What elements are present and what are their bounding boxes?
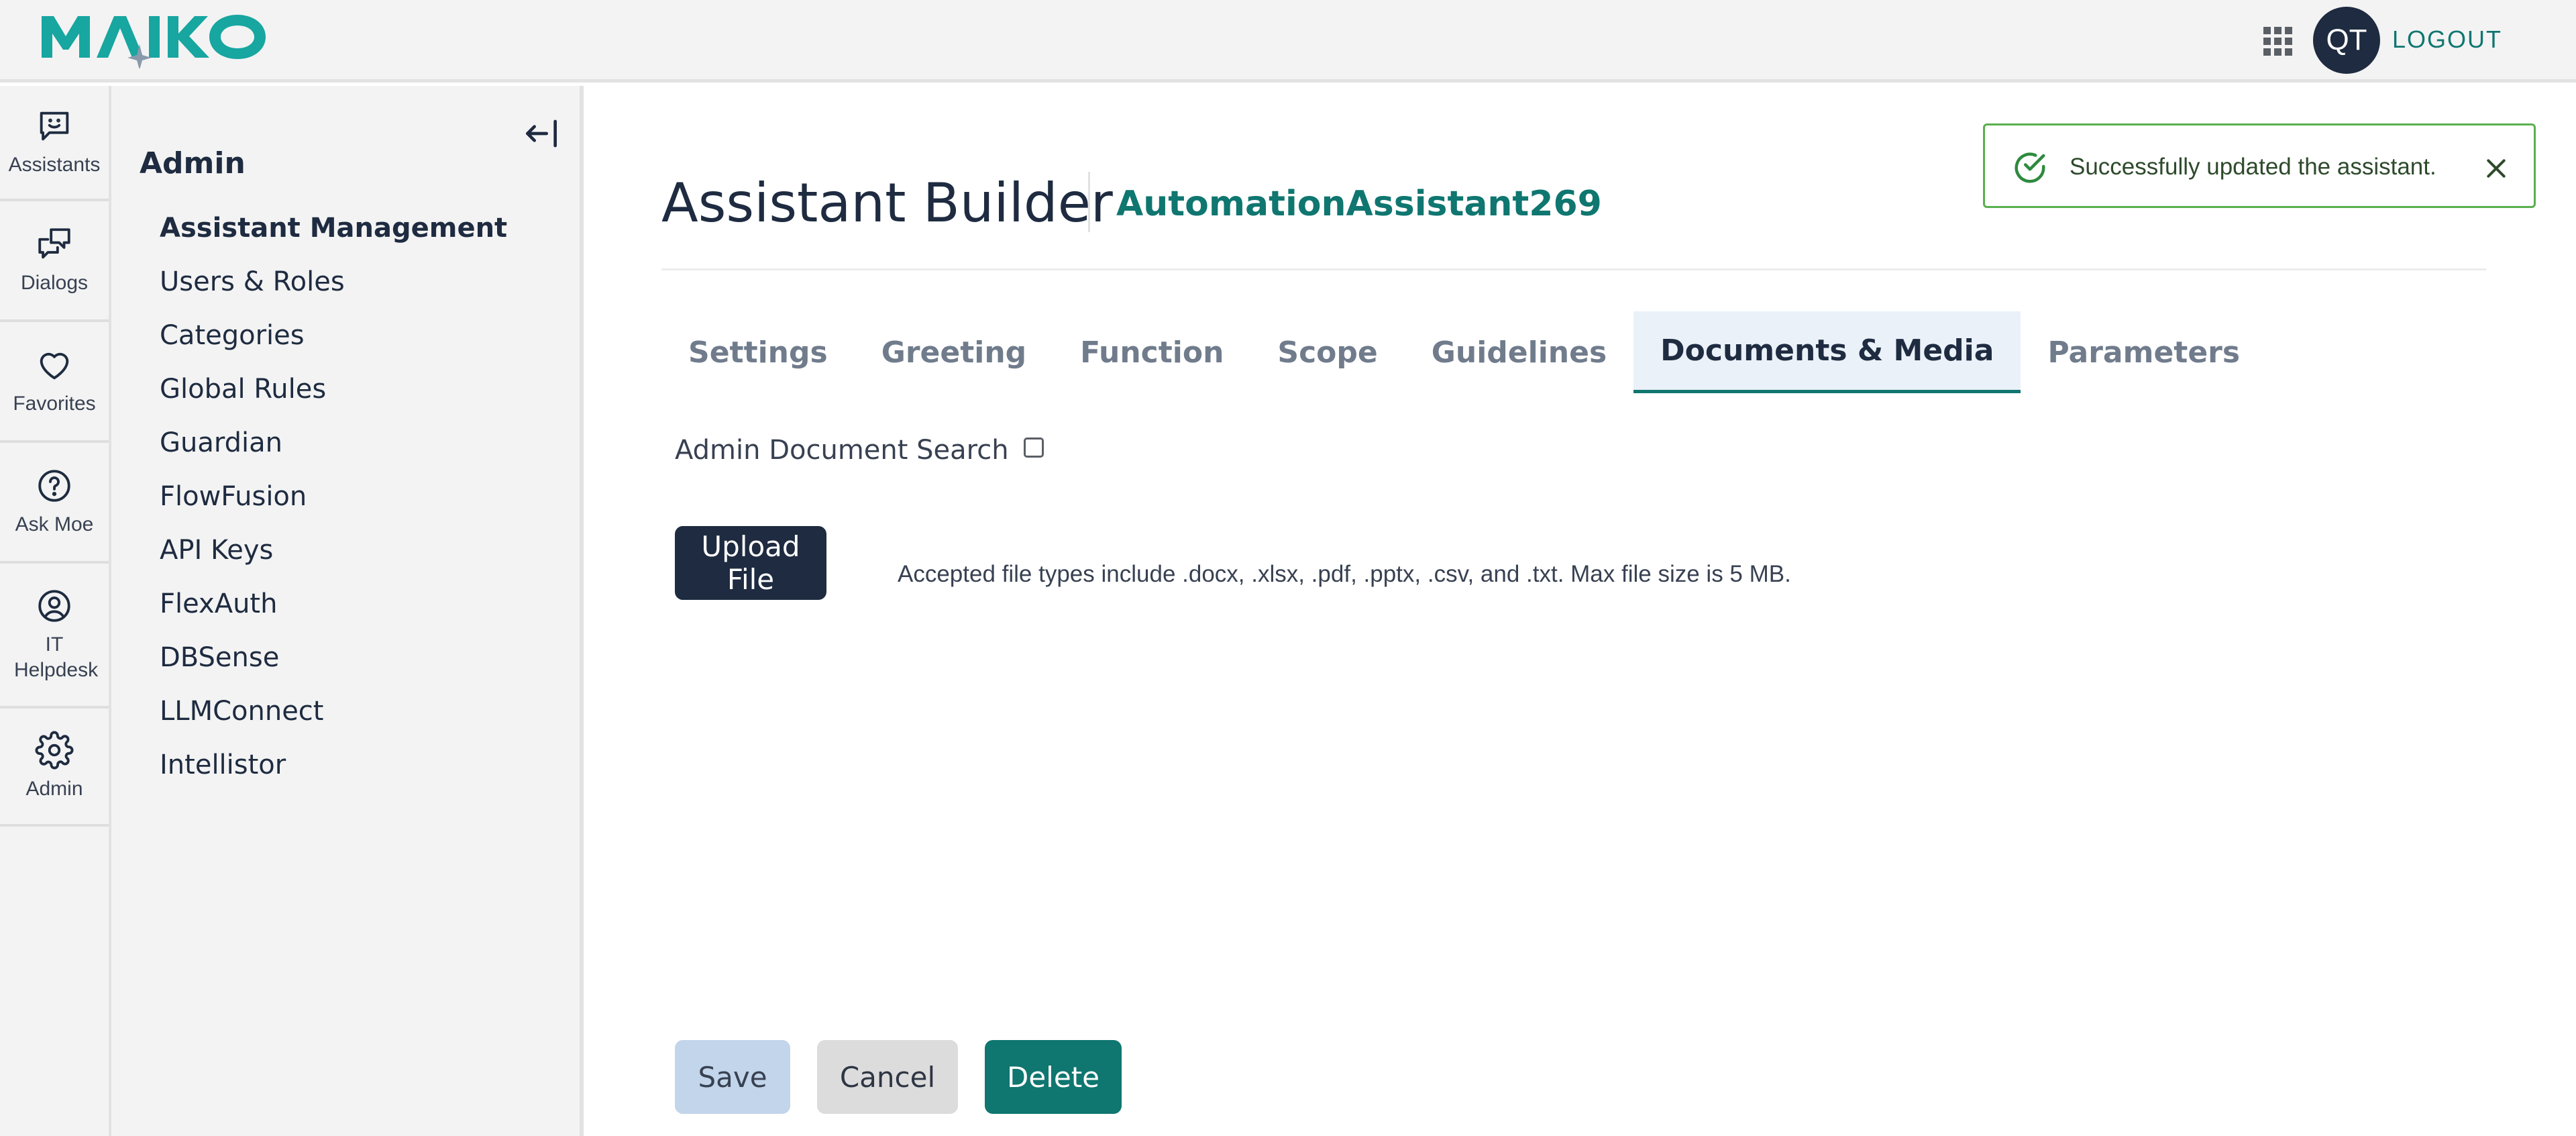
rail-label: Favorites	[13, 393, 96, 415]
tab-settings[interactable]: Settings	[661, 311, 855, 393]
top-bar: QT LOGOUT	[0, 0, 2576, 83]
admin-menu-item-dbsense[interactable]: DBSense	[160, 631, 507, 684]
main-content: Assistant Builder AutomationAssistant269…	[588, 86, 2576, 1136]
admin-menu-item-intellistor[interactable]: Intellistor	[160, 738, 507, 792]
rail-item-dialogs[interactable]: Dialogs	[0, 201, 109, 322]
admin-document-search-checkbox[interactable]	[1024, 437, 1044, 458]
rail-item-favorites[interactable]: Favorites	[0, 322, 109, 443]
apps-grid-icon[interactable]	[2263, 27, 2293, 56]
tab-documents-media[interactable]: Documents & Media	[1633, 311, 2021, 393]
admin-menu-item-api-keys[interactable]: API Keys	[160, 523, 507, 577]
user-avatar[interactable]: QT	[2313, 7, 2380, 74]
header-divider	[661, 268, 2486, 270]
rail-item-it-helpdesk[interactable]: IT Helpdesk	[0, 564, 109, 709]
dialogs-icon	[38, 228, 70, 259]
upload-file-button[interactable]: Upload File	[675, 526, 826, 600]
gear-icon	[35, 731, 74, 770]
rail-label: Dialogs	[20, 272, 89, 294]
admin-menu-item-flexauth[interactable]: FlexAuth	[160, 577, 507, 631]
admin-menu-item-users-roles[interactable]: Users & Roles	[160, 255, 507, 309]
tab-scope[interactable]: Scope	[1250, 311, 1404, 393]
tab-greeting[interactable]: Greeting	[855, 311, 1053, 393]
help-circle-icon	[38, 470, 70, 502]
user-circle-icon	[38, 590, 70, 622]
admin-menu: Assistant Management Users & Roles Categ…	[160, 201, 507, 792]
collapse-left-icon[interactable]	[521, 113, 562, 154]
close-icon[interactable]	[2483, 155, 2510, 182]
logout-link[interactable]: LOGOUT	[2392, 25, 2502, 54]
rail-item-ask-moe[interactable]: Ask Moe	[0, 443, 109, 564]
check-circle-icon	[2015, 152, 2045, 183]
icon-rail: Assistants Dialogs Favorites Ask Moe IT …	[0, 86, 111, 1136]
save-button[interactable]: Save	[675, 1040, 790, 1114]
maiko-logo[interactable]	[39, 8, 294, 68]
heart-icon	[40, 352, 69, 380]
success-toast: Successfully updated the assistant.	[1983, 123, 2536, 208]
page-title: Assistant Builder	[661, 172, 1113, 234]
admin-menu-item-flowfusion[interactable]: FlowFusion	[160, 470, 507, 523]
assistant-name: AutomationAssistant269	[1116, 184, 1602, 224]
admin-menu-item-guardian[interactable]: Guardian	[160, 416, 507, 470]
tab-function[interactable]: Function	[1053, 311, 1250, 393]
rail-label: Admin	[25, 778, 83, 800]
upload-hint-text: Accepted file types include .docx, .xlsx…	[898, 561, 1791, 587]
chat-smile-icon	[40, 111, 69, 141]
tab-bar: Settings Greeting Function Scope Guideli…	[661, 311, 2267, 393]
admin-menu-item-global-rules[interactable]: Global Rules	[160, 362, 507, 416]
rail-label: Assistants	[8, 154, 101, 176]
title-divider	[1088, 172, 1090, 232]
admin-menu-item-categories[interactable]: Categories	[160, 309, 507, 362]
rail-label: IT Helpdesk	[14, 633, 99, 681]
tab-guidelines[interactable]: Guidelines	[1405, 311, 1633, 393]
admin-title: Admin	[140, 146, 246, 180]
rail-item-assistants[interactable]: Assistants	[0, 86, 109, 201]
delete-button[interactable]: Delete	[985, 1040, 1122, 1114]
cancel-button[interactable]: Cancel	[817, 1040, 958, 1114]
rail-label: Ask Moe	[15, 513, 94, 535]
tab-parameters[interactable]: Parameters	[2021, 311, 2267, 393]
toast-message: Successfully updated the assistant.	[2070, 154, 2436, 180]
admin-menu-item-llmconnect[interactable]: LLMConnect	[160, 684, 507, 738]
rail-item-admin[interactable]: Admin	[0, 709, 109, 827]
admin-panel: Admin Assistant Management Users & Roles…	[111, 86, 584, 1136]
admin-document-search-label: Admin Document Search	[675, 435, 1009, 466]
admin-menu-item-assistant-management[interactable]: Assistant Management	[160, 201, 507, 255]
